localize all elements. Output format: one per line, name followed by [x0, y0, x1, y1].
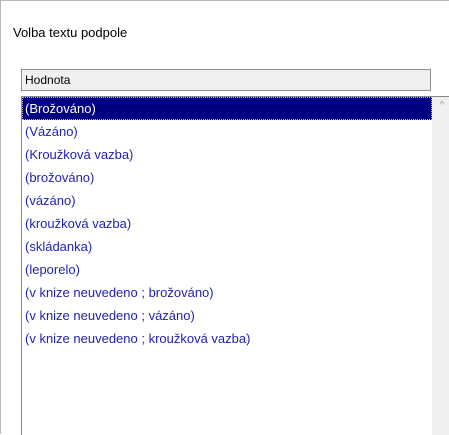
list-item[interactable]: (v knize neuvedeno ; kroužková vazba)	[22, 327, 432, 350]
list-item[interactable]: (Kroužková vazba)	[22, 143, 432, 166]
dialog-title: Volba textu podpole	[13, 25, 128, 40]
chevron-up-icon[interactable]: ^	[433, 97, 449, 115]
list-item[interactable]: (brožováno)	[22, 166, 432, 189]
value-list-container: Hodnota (Brožováno) (Vázáno) (Kroužková …	[21, 69, 449, 435]
vertical-scrollbar[interactable]: ^	[432, 97, 449, 435]
list-item[interactable]: (Brožováno)	[22, 97, 432, 120]
list-item[interactable]: (skládanka)	[22, 235, 432, 258]
list-item[interactable]: (v knize neuvedeno ; vázáno)	[22, 304, 432, 327]
column-header-hodnota[interactable]: Hodnota	[21, 69, 431, 91]
list-item[interactable]: (Vázáno)	[22, 120, 432, 143]
list-item[interactable]: (kroužková vazba)	[22, 212, 432, 235]
list-item[interactable]: (leporelo)	[22, 258, 432, 281]
list-item[interactable]: (vázáno)	[22, 189, 432, 212]
list-items: (Brožováno) (Vázáno) (Kroužková vazba) (…	[22, 97, 432, 350]
list-item[interactable]: (v knize neuvedeno ; brožováno)	[22, 281, 432, 304]
value-listbox[interactable]: (Brožováno) (Vázáno) (Kroužková vazba) (…	[21, 96, 449, 435]
dialog-window: Volba textu podpole Hodnota (Brožováno) …	[0, 0, 449, 435]
